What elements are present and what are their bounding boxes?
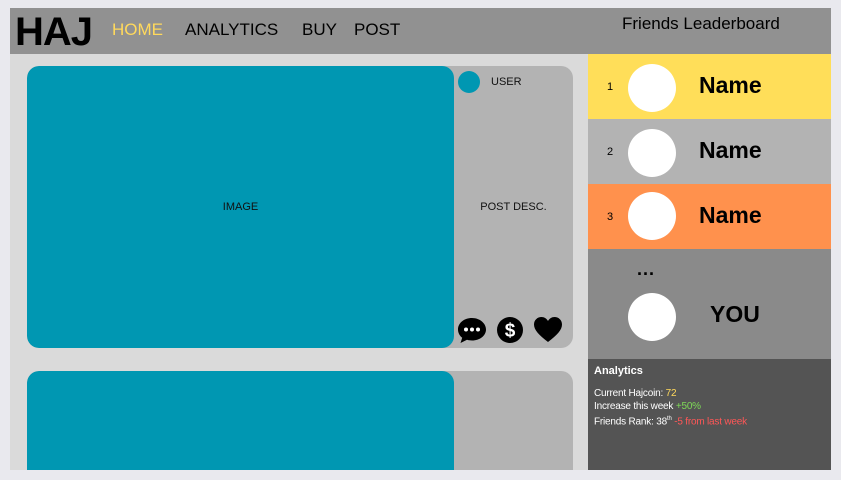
friend-name: Name (699, 72, 762, 98)
post-description: POST DESC. (480, 201, 547, 213)
logo[interactable]: HAJ (15, 10, 93, 54)
top-nav-bar: HAJ HOME ANALYTICS BUY POST Friends Lead… (10, 8, 831, 54)
hajcoin-stat: Current Hajcoin: 72 (594, 387, 677, 400)
rank-number: 1 (607, 81, 614, 93)
leaderboard-title: Friends Leaderboard (622, 14, 780, 33)
post-image-label: IMAGE (222, 201, 259, 213)
increase-stat: Increase this week +50% (594, 400, 701, 413)
hajcoin-value: 72 (665, 388, 677, 399)
hajcoin-label: Current Hajcoin: (594, 388, 664, 399)
leaderboard-entry-2[interactable]: 2 Name (588, 119, 831, 184)
avatar (628, 64, 676, 112)
nav-post[interactable]: POST (354, 20, 400, 40)
analytics-title: Analytics (594, 365, 643, 377)
rank-stat: Friends Rank: 38th -5 from last week (594, 413, 747, 428)
analytics-panel: Analytics Current Hajcoin: 72 Increase t… (588, 359, 831, 470)
you-label: YOU (710, 301, 760, 327)
leaderboard-entry-1[interactable]: 1 Name (588, 54, 831, 119)
comment-icon[interactable] (457, 316, 487, 344)
rank-change: -5 from last week (674, 416, 747, 428)
leaderboard-ellipsis: ... (637, 259, 656, 279)
increase-value: +50% (675, 401, 701, 412)
svg-text:$: $ (505, 321, 516, 342)
heart-icon[interactable] (533, 316, 563, 344)
post-card (27, 371, 573, 470)
rank-label: Friends Rank: (594, 416, 654, 428)
avatar (628, 192, 676, 240)
dollar-icon[interactable]: $ (495, 316, 525, 344)
rank-value: 38 (656, 416, 667, 428)
rank-number: 3 (607, 211, 614, 223)
friend-name: Name (699, 137, 762, 163)
friend-name: Name (699, 202, 762, 228)
nav-buy[interactable]: BUY (302, 20, 337, 40)
post-card: IMAGE USER POST DESC. $ (27, 66, 573, 348)
rank-number: 2 (607, 146, 614, 158)
post-image[interactable] (27, 371, 454, 470)
post-user-name[interactable]: USER (491, 76, 522, 88)
leaderboard-entry-3[interactable]: 3 Name (588, 184, 831, 249)
nav-home[interactable]: HOME (112, 20, 163, 40)
rank-suffix: th (666, 416, 672, 422)
avatar (628, 129, 676, 177)
avatar (628, 293, 676, 341)
nav-analytics[interactable]: ANALYTICS (185, 20, 278, 40)
increase-label: Increase this week (594, 401, 674, 412)
user-avatar[interactable] (458, 71, 480, 93)
leaderboard-you-entry[interactable]: ... YOU (588, 249, 831, 359)
app-frame: HAJ HOME ANALYTICS BUY POST Friends Lead… (10, 8, 831, 470)
